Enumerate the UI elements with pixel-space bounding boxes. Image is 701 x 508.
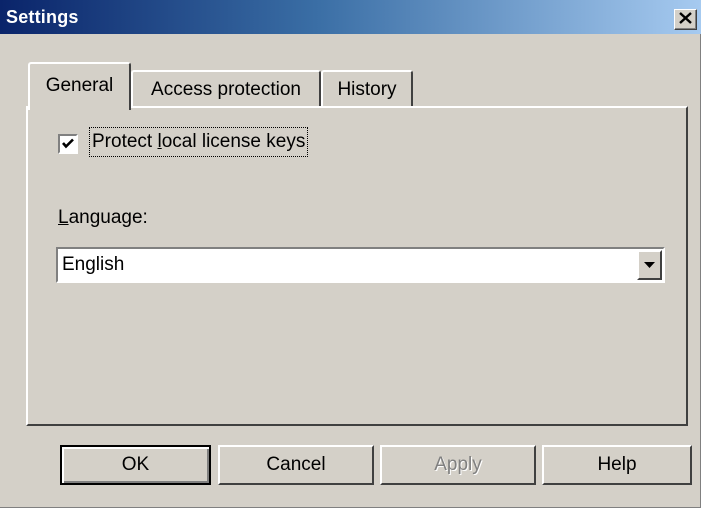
tab-history[interactable]: History [321,70,413,108]
dropdown-arrow-icon [644,256,655,274]
settings-dialog: Settings General Access protection Histo… [0,0,701,508]
close-button[interactable] [674,9,697,30]
tab-access-protection[interactable]: Access protection [131,70,321,108]
checkmark-icon [62,138,74,150]
help-button[interactable]: Help [542,445,692,485]
tab-history-label: History [337,79,397,100]
language-select[interactable]: English [56,247,665,283]
tab-access-protection-label: Access protection [151,79,301,100]
ok-button[interactable]: OK [60,445,211,485]
window-title: Settings [6,7,79,27]
tab-general[interactable]: General [28,62,131,110]
close-icon [679,11,692,28]
apply-button[interactable]: Apply [380,445,536,485]
language-select-value: English [62,254,125,275]
title-bar[interactable]: Settings [0,0,701,34]
protect-local-license-keys-label[interactable]: Protect local license keys [89,127,309,157]
language-label: Language: [58,207,148,228]
protect-local-license-keys-checkbox[interactable] [58,134,78,154]
language-dropdown-button[interactable] [637,250,662,280]
tab-general-label: General [45,75,114,96]
cancel-button[interactable]: Cancel [218,445,374,485]
